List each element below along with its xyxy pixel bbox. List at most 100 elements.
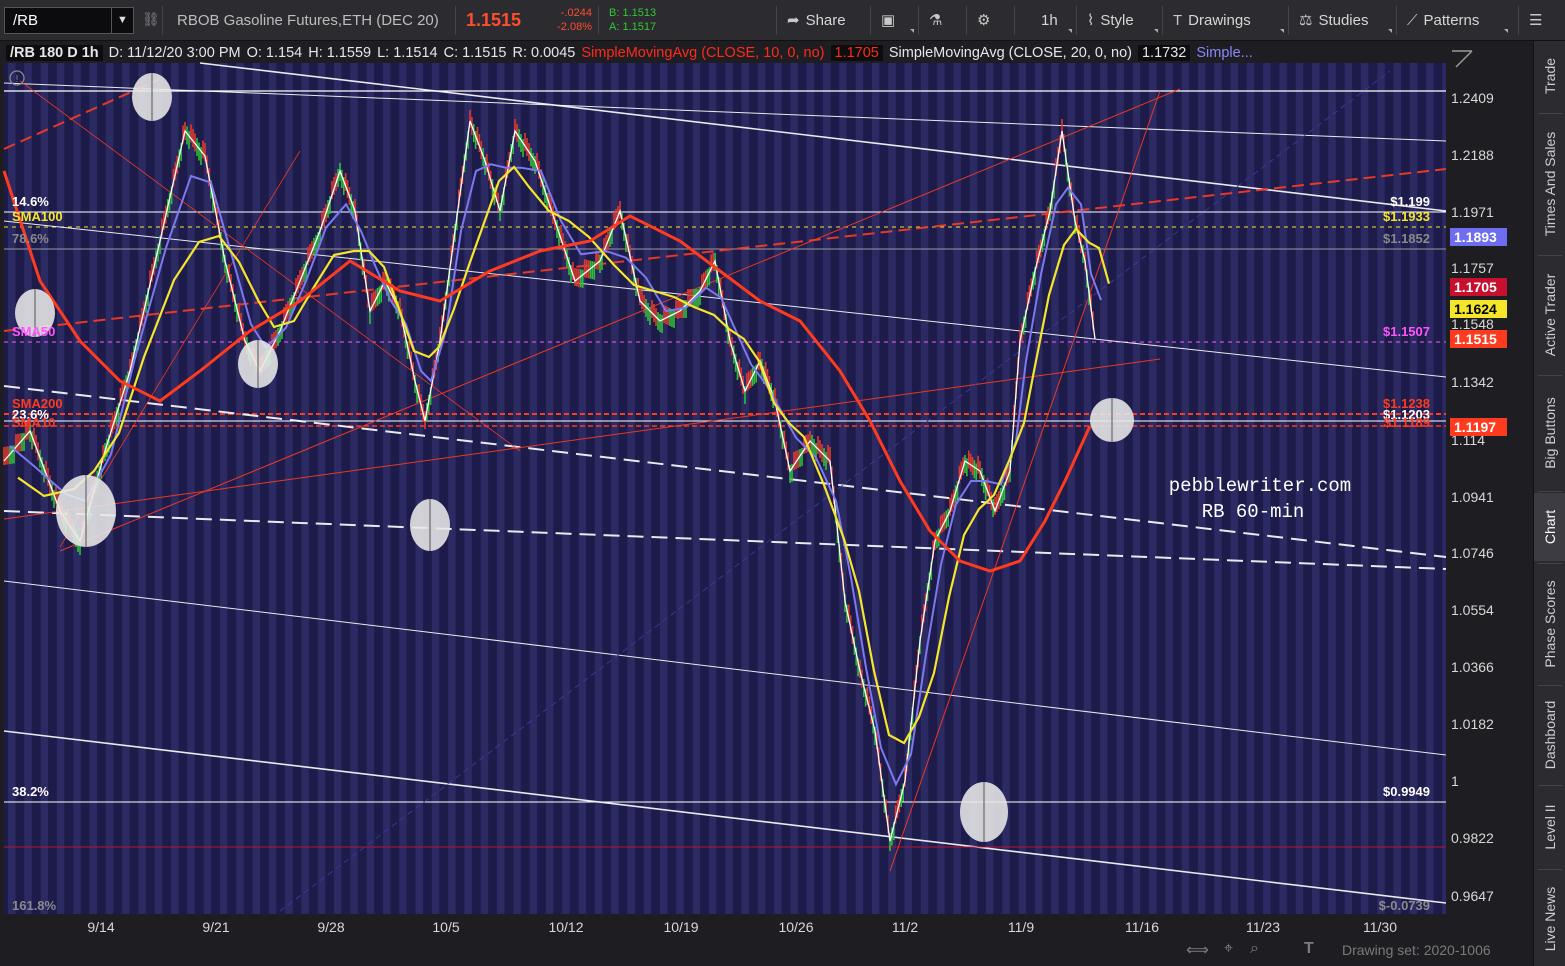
- bar-close: C: 1.1515: [443, 45, 507, 61]
- interval-button[interactable]: 1h: [1014, 6, 1076, 35]
- date-axis-label: 9/14: [87, 919, 114, 935]
- chart-info-bar: /RB 180 D 1h D: 11/12/20 3:00 PM O: 1.154 H…: [6, 43, 1259, 63]
- chart-panel[interactable]: 1.2409 1.2188 1.1971 1.1757 1.1548 1.1342 1.11…: [0, 41, 1533, 966]
- price-axis-label: 1.2409: [1451, 90, 1494, 106]
- session-stripe: [399, 63, 407, 914]
- snapshot-button[interactable]: ▣: [870, 6, 918, 35]
- session-stripe: [1360, 63, 1369, 914]
- fib-1618-left: 161.8%: [12, 898, 57, 913]
- session-stripe: [1083, 63, 1092, 914]
- link-icon[interactable]: ⛓: [142, 11, 160, 28]
- session-stripe: [741, 63, 749, 914]
- price-axis-label: 1.1548: [1451, 316, 1494, 332]
- share-button[interactable]: ➦ Share: [776, 6, 870, 35]
- fib-146-left: 14.6%: [12, 194, 49, 209]
- chevron-down-icon[interactable]: ▼: [111, 8, 133, 33]
- more-studies[interactable]: Simple...: [1196, 45, 1252, 61]
- last-price: 1.1515: [466, 10, 522, 30]
- bid-value: B: 1.1513: [609, 7, 657, 19]
- sma100-right: $1.1933: [1383, 209, 1430, 224]
- session-stripe: [187, 63, 195, 914]
- instrument-name: RBOB Gasoline Futures,ETH (DEC 20): [162, 6, 456, 35]
- interval-label: 1h: [1041, 12, 1058, 29]
- session-stripe: [285, 63, 293, 914]
- session-stripe: [366, 63, 375, 914]
- right-sidebar: Trade Times And Sales Active Trader Big …: [1533, 41, 1565, 966]
- style-icon: ⌇: [1087, 12, 1095, 29]
- drawings-button[interactable]: T Drawings: [1162, 6, 1288, 35]
- bar-date: D: 11/12/20 3:00 PM: [108, 45, 241, 61]
- zoom-icon[interactable]: ⌕: [1250, 940, 1259, 958]
- symbol-input[interactable]: /RB ▼: [4, 7, 134, 34]
- session-stripe: [660, 63, 668, 914]
- price-axis-label: 0.9822: [1451, 830, 1494, 846]
- change-box: -.0244 -2.08%: [540, 6, 592, 34]
- date-axis-label: 11/30: [1363, 919, 1397, 935]
- price-axis-label: 1.0554: [1451, 602, 1494, 618]
- price-chart[interactable]: 1.2409 1.2188 1.1971 1.1757 1.1548 1.1342 1.11…: [0, 41, 1533, 966]
- flask-button[interactable]: ⚗: [918, 6, 966, 35]
- session-stripe: [301, 63, 309, 914]
- pct-change: -2.08%: [557, 21, 592, 33]
- date-axis-label: 11/16: [1125, 919, 1159, 935]
- session-stripe: [1149, 63, 1157, 914]
- session-stripe: [627, 63, 635, 914]
- tab-big-buttons[interactable]: Big Buttons: [1534, 377, 1565, 489]
- svg-text:!: !: [16, 74, 19, 85]
- text-icon[interactable]: T: [1304, 940, 1314, 958]
- fib-1618-right: $-0.0739: [1379, 898, 1430, 913]
- flask-icon: ⚗: [929, 12, 943, 29]
- sma10-value: 1.1705: [830, 45, 883, 61]
- date-axis-label: 11/2: [892, 919, 918, 935]
- date-axis-label: 10/19: [663, 919, 698, 935]
- tab-live-news[interactable]: Live News: [1534, 871, 1565, 966]
- bid-ask: B: 1.1513 A: 1.1517: [598, 6, 680, 34]
- tab-trade[interactable]: Trade: [1534, 41, 1565, 111]
- symbol-period: /RB 180 D 1h: [6, 45, 103, 61]
- date-axis-label: 11/23: [1246, 919, 1280, 935]
- sma10-label: SimpleMovingAvg (CLOSE, 10, 0, no): [581, 45, 825, 61]
- session-stripe: [431, 63, 440, 914]
- patterns-icon: ⟋: [1407, 12, 1418, 29]
- session-stripe: [594, 63, 603, 914]
- menu-button[interactable]: ☰: [1518, 6, 1565, 35]
- session-stripe: [611, 63, 619, 914]
- price-axis-label: 0.9647: [1451, 888, 1494, 904]
- tab-dashboard[interactable]: Dashboard: [1534, 687, 1565, 783]
- session-stripe: [154, 63, 163, 914]
- studies-label: Studies: [1318, 12, 1369, 29]
- settings-button[interactable]: ⚙: [966, 6, 1014, 35]
- tab-chart[interactable]: Chart: [1534, 493, 1565, 561]
- price-axis-label: 1.0366: [1451, 659, 1494, 675]
- fib-786-right: $1.1852: [1383, 231, 1430, 246]
- patterns-button[interactable]: ⟋ Patterns: [1396, 6, 1512, 35]
- gear-icon: ⚙: [977, 12, 991, 29]
- price-tag-label: 1.1624: [1454, 301, 1497, 317]
- fib-382-right: $0.9949: [1383, 784, 1430, 799]
- fib-146-right: $1.199: [1390, 194, 1430, 209]
- date-axis-label: 10/5: [432, 919, 459, 935]
- session-stripe: [1051, 63, 1059, 914]
- crosshair-icon[interactable]: ⌖: [1224, 940, 1233, 958]
- date-axis-label: 10/12: [548, 919, 583, 935]
- session-stripe: [790, 63, 798, 914]
- session-stripe: [937, 63, 945, 914]
- tab-active-trader[interactable]: Active Trader: [1534, 257, 1565, 373]
- tab-times-and-sales[interactable]: Times And Sales: [1534, 115, 1565, 253]
- price-axis-label: 1.1342: [1451, 374, 1494, 390]
- studies-button[interactable]: ⚖ Studies: [1288, 6, 1396, 35]
- style-button[interactable]: ⌇ Style: [1076, 6, 1162, 35]
- tab-phase-scores[interactable]: Phase Scores: [1534, 565, 1565, 683]
- price-tag-label: 1.1197: [1454, 419, 1496, 435]
- sma20-label: SimpleMovingAvg (CLOSE, 20, 0, no): [888, 45, 1132, 61]
- session-stripe: [1132, 63, 1141, 914]
- sma10-right: $1.1189: [1384, 415, 1430, 430]
- date-axis-label: 9/28: [317, 919, 344, 935]
- session-stripe: [513, 63, 521, 914]
- bar-low: L: 1.1514: [377, 45, 438, 61]
- bar-high: H: 1.1559: [308, 45, 372, 61]
- price-tag-label: 1.1515: [1454, 331, 1497, 347]
- pan-arrows-icon[interactable]: ⟺: [1186, 940, 1209, 960]
- tab-level-ii[interactable]: Level II: [1534, 787, 1565, 867]
- session-stripe: [480, 63, 489, 914]
